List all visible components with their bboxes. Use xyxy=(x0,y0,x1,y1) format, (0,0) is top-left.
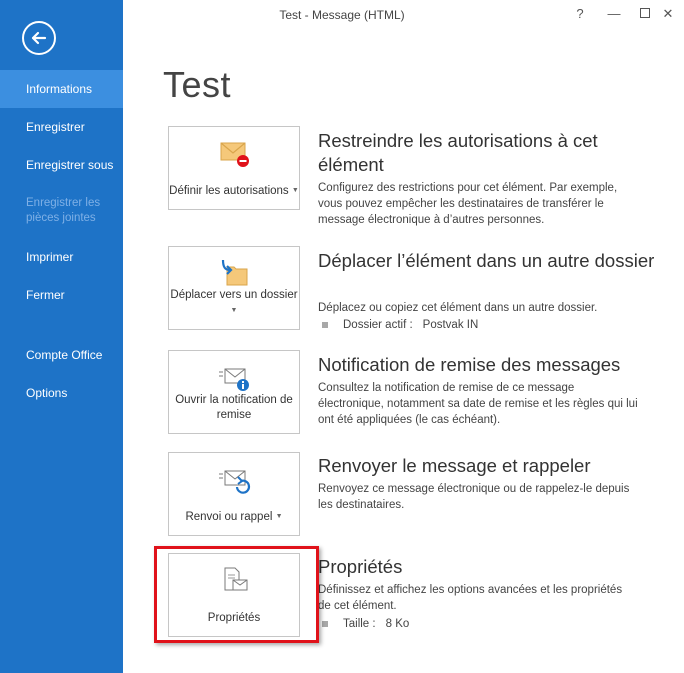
resend-recall-title: Renvoyer le message et rappeler xyxy=(318,455,591,476)
open-delivery-report-button[interactable]: Ouvrir la notification de remise xyxy=(168,350,300,434)
nav-enregistrer[interactable]: Enregistrer xyxy=(0,108,123,146)
resend-recall-desc: Renvoyez ce message électronique ou de r… xyxy=(318,483,630,511)
open-delivery-report-label: Ouvrir la notification de remise xyxy=(175,394,293,421)
highlight-box xyxy=(154,546,319,643)
window-title: Test - Message (HTML) xyxy=(279,8,405,22)
chevron-down-icon: ▼ xyxy=(275,513,283,520)
nav-fermer[interactable]: Fermer xyxy=(0,276,123,314)
restore-button[interactable] xyxy=(635,8,655,21)
properties-desc: Définissez et affichez les options avanc… xyxy=(318,584,623,612)
resend-recall-icon xyxy=(219,470,251,494)
close-button[interactable]: ✕ xyxy=(658,6,678,22)
active-folder-label: Dossier actif : xyxy=(343,319,413,331)
arrow-left-icon xyxy=(31,31,47,45)
resend-recall-button[interactable]: Renvoi ou rappel ▼ xyxy=(168,452,300,536)
active-folder-property: Dossier actif : Postvak IN xyxy=(322,319,478,331)
set-permissions-button[interactable]: Définir les autorisations ▼ xyxy=(168,126,300,210)
move-to-folder-button[interactable]: Déplacer vers un dossier ▼ xyxy=(168,246,300,330)
bullet-icon xyxy=(322,621,328,627)
nav-compte-office[interactable]: Compte Office xyxy=(0,336,123,374)
back-button[interactable] xyxy=(22,21,56,55)
nav-imprimer[interactable]: Imprimer xyxy=(0,238,123,276)
nav-enregistrer-sous[interactable]: Enregistrer sous xyxy=(0,146,123,184)
nav-enregistrer-pieces-jointes: Enregistrer les pièces jointes xyxy=(26,197,101,224)
move-item-title: Déplacer l’élément dans un autre dossier xyxy=(318,250,655,271)
nav-informations[interactable]: Informations xyxy=(0,70,123,108)
size-label: Taille : xyxy=(343,618,376,630)
move-item-desc: Déplacez ou copiez cet élément dans un a… xyxy=(318,302,598,314)
delivery-notification-title: Notification de remise des messages xyxy=(318,354,621,375)
title-bar: Test - Message (HTML) ? — ✕ xyxy=(123,0,684,32)
chevron-down-icon: ▼ xyxy=(291,187,299,194)
resend-recall-label: Renvoi ou rappel ▼ xyxy=(185,511,283,523)
size-value: 8 Ko xyxy=(385,618,410,630)
minimize-button[interactable]: — xyxy=(604,6,624,21)
folder-move-icon xyxy=(221,259,248,286)
restrict-permissions-title: Restreindre les autorisations à cet élém… xyxy=(318,130,598,175)
active-folder-value: Postvak IN xyxy=(422,319,479,331)
nav-options[interactable]: Options xyxy=(0,374,123,412)
page-title: Test xyxy=(163,64,232,105)
restrict-permissions-desc: Configurez des restrictions pour cet élé… xyxy=(318,182,618,226)
move-to-folder-label: Déplacer vers un dossier ▼ xyxy=(170,289,298,314)
delivery-info-icon xyxy=(219,368,249,391)
help-button[interactable]: ? xyxy=(570,6,590,21)
envelope-restrict-icon xyxy=(220,142,249,167)
bullet-icon xyxy=(322,322,328,328)
properties-title: Propriétés xyxy=(318,556,403,577)
restore-icon xyxy=(640,8,650,18)
size-property: Taille : 8 Ko xyxy=(322,618,409,630)
chevron-down-icon: ▼ xyxy=(230,307,238,314)
delivery-notification-desc: Consultez la notification de remise de c… xyxy=(318,382,638,426)
backstage-sidebar: Informations Enregistrer Enregistrer sou… xyxy=(0,0,123,673)
set-permissions-label: Définir les autorisations ▼ xyxy=(169,185,299,197)
